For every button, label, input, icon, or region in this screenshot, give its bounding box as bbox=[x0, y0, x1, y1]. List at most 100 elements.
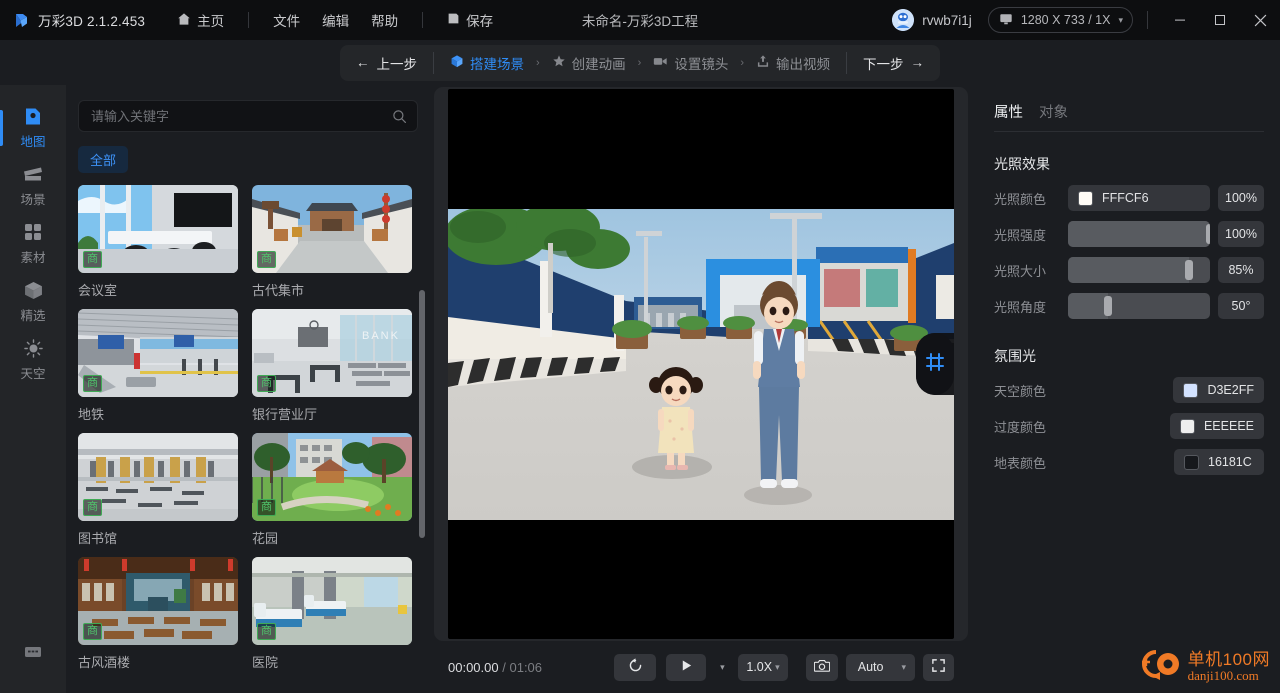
prev-step-button[interactable]: ← 上一步 bbox=[340, 45, 433, 81]
gallery-item-0[interactable]: 商 会议室 bbox=[78, 185, 238, 299]
step-build-scene[interactable]: 搭建场景 bbox=[440, 45, 534, 81]
featured-cube-icon bbox=[23, 280, 43, 300]
scene-icon bbox=[23, 164, 43, 184]
step-chevron-2: › bbox=[637, 56, 642, 69]
keyboard-icon bbox=[23, 642, 43, 662]
filter-chip-all[interactable]: 全部 bbox=[78, 146, 129, 173]
sidebar-item-sky-label: 天空 bbox=[20, 367, 46, 381]
sidebar-item-sky[interactable]: 天空 bbox=[0, 331, 66, 389]
step-create-animation[interactable]: 创建动画 bbox=[542, 45, 636, 81]
search-input[interactable] bbox=[91, 108, 392, 124]
gallery-item-4[interactable]: 商 图书馆 bbox=[78, 433, 238, 547]
titlebar-divider-3 bbox=[1147, 11, 1148, 29]
app-root: 万彩3D 2.1.2.453 主页 文件 编辑 帮助 保存 未命名-万彩3D工程 bbox=[0, 0, 1280, 693]
gallery-item-5-label: 花园 bbox=[252, 531, 279, 546]
gallery-item-6-thumbnail: 商 bbox=[78, 557, 238, 645]
light-size-slider[interactable] bbox=[1068, 257, 1210, 283]
filter-chips: 全部 bbox=[66, 132, 434, 173]
gallery-item-3[interactable]: BANK 商 银行营业厅 bbox=[252, 309, 412, 423]
gallery-item-6[interactable]: 商 古风酒楼 bbox=[78, 557, 238, 671]
transition-color-swatch bbox=[1179, 418, 1195, 434]
play-options-chevron-icon[interactable]: ▾ bbox=[716, 654, 728, 681]
ground-color-picker[interactable]: 16181C bbox=[1174, 449, 1264, 475]
light-size-value[interactable]: 85% bbox=[1218, 257, 1264, 283]
minimize-button[interactable] bbox=[1160, 0, 1200, 40]
home-button[interactable]: 主页 bbox=[169, 5, 232, 35]
prop-control-light-angle: 50° bbox=[1068, 293, 1264, 319]
restart-button[interactable] bbox=[614, 653, 657, 681]
light-angle-slider[interactable] bbox=[1068, 293, 1210, 319]
save-button[interactable]: 保存 bbox=[439, 5, 501, 35]
gallery-scrollbar[interactable] bbox=[419, 290, 425, 538]
prop-control-transition-color: EEEEEE bbox=[1068, 413, 1264, 439]
chevron-down-icon: ▾ bbox=[775, 661, 780, 672]
sidebar-item-featured[interactable]: 精选 bbox=[0, 273, 66, 331]
tab-properties[interactable]: 属性 bbox=[994, 101, 1023, 122]
user-account[interactable]: rvwb7i1j bbox=[892, 9, 972, 31]
tab-objects[interactable]: 对象 bbox=[1039, 101, 1068, 122]
search-box[interactable] bbox=[78, 100, 418, 132]
light-intensity-slider[interactable] bbox=[1068, 221, 1210, 247]
play-button[interactable] bbox=[666, 653, 707, 681]
map-icon bbox=[23, 106, 43, 126]
light-intensity-value[interactable]: 100% bbox=[1218, 221, 1264, 247]
sidebar-item-assets[interactable]: 素材 bbox=[0, 215, 66, 273]
quality-label: Auto bbox=[857, 660, 884, 674]
step-export-video[interactable]: 输出视频 bbox=[746, 45, 840, 81]
gallery-item-7[interactable]: 商 医院 bbox=[252, 557, 412, 671]
sidebar-item-scene[interactable]: 场景 bbox=[0, 157, 66, 215]
menu-file[interactable]: 文件 bbox=[265, 5, 308, 35]
viewport-gizmo-inner bbox=[916, 333, 954, 395]
snapshot-button[interactable] bbox=[805, 653, 838, 681]
maximize-button[interactable] bbox=[1200, 0, 1240, 40]
menu-edit[interactable]: 编辑 bbox=[314, 5, 357, 35]
viewport-gizmo-button[interactable] bbox=[916, 333, 954, 395]
light-color-picker[interactable]: FFFCF6 bbox=[1068, 185, 1210, 211]
search-icon[interactable] bbox=[392, 109, 407, 124]
sky-color-picker[interactable]: D3E2FF bbox=[1173, 377, 1264, 403]
speed-label: 1.0X bbox=[746, 660, 773, 674]
transition-color-hex: EEEEEE bbox=[1203, 419, 1254, 433]
step-set-camera[interactable]: 设置镜头 bbox=[643, 45, 738, 81]
gallery-scroll-area[interactable]: 商 会议室 商 古代集市 商 地铁 BANK 商 银行营业厅 商 图书馆 商 花… bbox=[66, 185, 434, 693]
properties-panel: 属性 对象 光照效果 光照颜色 FFFCF6 100% 光照强度 100% 光照… bbox=[978, 85, 1280, 693]
fullscreen-button[interactable] bbox=[923, 653, 954, 681]
speed-selector[interactable]: 1.0X ▾ bbox=[738, 653, 788, 681]
properties-tabs: 属性 对象 bbox=[994, 85, 1264, 131]
sidebar-item-scene-label: 场景 bbox=[20, 193, 46, 207]
gallery-item-6-label: 古风酒楼 bbox=[78, 655, 131, 670]
time-separator: / bbox=[502, 659, 506, 675]
transition-color-picker[interactable]: EEEEEE bbox=[1169, 413, 1264, 439]
prop-row-light-size: 光照大小 85% bbox=[994, 252, 1264, 288]
close-button[interactable] bbox=[1240, 0, 1280, 40]
keyboard-shortcuts-button[interactable] bbox=[0, 623, 66, 681]
light-color-opacity-value[interactable]: 100% bbox=[1218, 185, 1264, 211]
resolution-selector[interactable]: 1280 X 733 / 1X ▾ bbox=[987, 7, 1133, 33]
gallery-item-1[interactable]: 商 古代集市 bbox=[252, 185, 412, 299]
monitor-icon bbox=[999, 12, 1013, 29]
arrow-right-icon: → bbox=[910, 55, 925, 70]
home-label: 主页 bbox=[197, 14, 225, 29]
prop-label-light-intensity: 光照强度 bbox=[994, 227, 1047, 243]
gallery-grid: 商 会议室 商 古代集市 商 地铁 BANK 商 银行营业厅 商 图书馆 商 花… bbox=[78, 185, 434, 671]
sidebar-item-map[interactable]: 地图 bbox=[0, 99, 66, 157]
next-step-button[interactable]: 下一步 → bbox=[847, 45, 940, 81]
gallery-item-7-thumbnail: 商 bbox=[252, 557, 412, 645]
light-color-swatch bbox=[1078, 190, 1093, 206]
gallery-item-7-label: 医院 bbox=[252, 655, 279, 670]
viewport[interactable] bbox=[448, 89, 954, 639]
light-angle-value[interactable]: 50° bbox=[1218, 293, 1264, 319]
svg-text:BANK: BANK bbox=[362, 330, 400, 342]
gallery-item-4-badge: 商 bbox=[83, 499, 102, 516]
assets-icon bbox=[23, 222, 43, 242]
menu-file-label: 文件 bbox=[273, 14, 301, 29]
quality-selector[interactable]: Auto ▾ bbox=[845, 653, 915, 681]
gallery-item-5[interactable]: 商 花园 bbox=[252, 433, 412, 547]
prev-step-label: 上一步 bbox=[376, 56, 417, 72]
menu-help[interactable]: 帮助 bbox=[363, 5, 406, 35]
step-bar: ← 上一步 搭建场景 › 创建动画 › 设置镜头 › 输出视频 下一步 → bbox=[0, 40, 1280, 85]
step-group: ← 上一步 搭建场景 › 创建动画 › 设置镜头 › 输出视频 下一步 → bbox=[339, 44, 940, 81]
gallery-item-2[interactable]: 商 地铁 bbox=[78, 309, 238, 423]
current-time: 00:00.00 bbox=[448, 659, 499, 675]
menu-edit-label: 编辑 bbox=[322, 14, 350, 29]
